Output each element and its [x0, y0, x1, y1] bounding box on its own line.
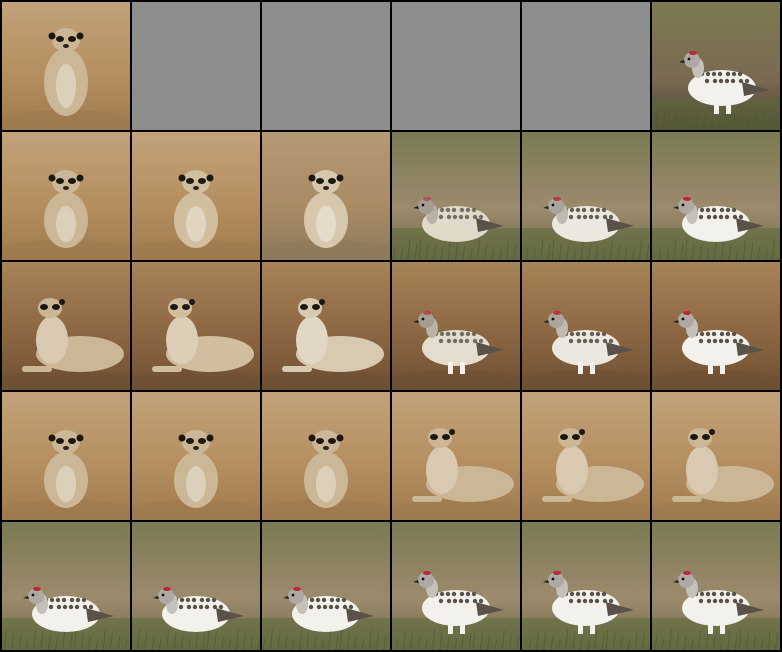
ptarmigan-photo [522, 132, 650, 260]
ptarmigan-photo [652, 2, 780, 130]
image-tile-r2-c0 [2, 262, 130, 390]
image-tile-r2-c5 [652, 262, 780, 390]
ptarmigan-photo [522, 522, 650, 650]
image-tile-r4-c2 [262, 522, 390, 650]
blend-photo [392, 262, 520, 390]
image-tile-r4-c4 [522, 522, 650, 650]
image-tile-r2-c3 [392, 262, 520, 390]
image-tile-r1-c4 [522, 132, 650, 260]
ptarmigan-photo [262, 522, 390, 650]
empty-tile [392, 2, 520, 130]
image-tile-r3-c1 [132, 392, 260, 520]
image-tile-r3-c4 [522, 392, 650, 520]
meerkat-photo [262, 392, 390, 520]
image-tile-r3-c2 [262, 392, 390, 520]
image-tile-r3-c3 [392, 392, 520, 520]
meerkat-photo [2, 2, 130, 130]
meerkat-photo [132, 392, 260, 520]
meerkat-photo [392, 392, 520, 520]
image-tile-r3-c0 [2, 392, 130, 520]
image-tile-r1-c3 [392, 132, 520, 260]
meerkat-photo [2, 392, 130, 520]
blend-photo [392, 132, 520, 260]
empty-tile [262, 2, 390, 130]
meerkat-photo [522, 392, 650, 520]
image-tile-r2-c1 [132, 262, 260, 390]
meerkat-photo [2, 262, 130, 390]
empty-tile [522, 2, 650, 130]
image-tile-r4-c1 [132, 522, 260, 650]
ptarmigan-photo [522, 262, 650, 390]
ptarmigan-photo [652, 262, 780, 390]
image-tile-r4-c5 [652, 522, 780, 650]
image-grid [0, 0, 782, 652]
image-tile-r1-c0 [2, 132, 130, 260]
empty-tile [132, 2, 260, 130]
meerkat-photo [2, 132, 130, 260]
image-tile-r1-c2 [262, 132, 390, 260]
image-tile-r1-c5 [652, 132, 780, 260]
ptarmigan-photo [132, 522, 260, 650]
image-tile-r0-c0 [2, 2, 130, 130]
meerkat-photo [132, 132, 260, 260]
meerkat-photo [132, 262, 260, 390]
image-tile-r2-c4 [522, 262, 650, 390]
ptarmigan-photo [652, 522, 780, 650]
ptarmigan-photo [392, 522, 520, 650]
image-tile-r3-c5 [652, 392, 780, 520]
image-tile-r2-c2 [262, 262, 390, 390]
image-tile-r4-c3 [392, 522, 520, 650]
ptarmigan-photo [2, 522, 130, 650]
blend-photo [262, 262, 390, 390]
meerkat-photo [652, 392, 780, 520]
meerkat-photo [262, 132, 390, 260]
image-tile-r4-c0 [2, 522, 130, 650]
image-tile-r0-c5 [652, 2, 780, 130]
image-tile-r1-c1 [132, 132, 260, 260]
ptarmigan-photo [652, 132, 780, 260]
